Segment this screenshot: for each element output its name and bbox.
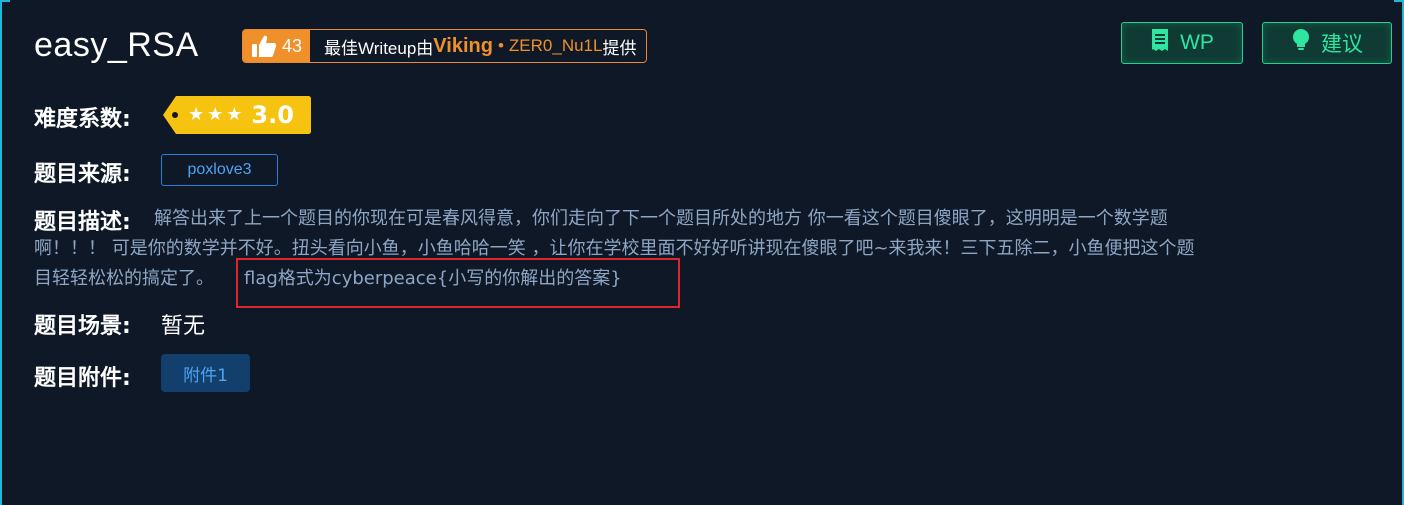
difficulty-rating: ★ ★ ★ 3.0 — [162, 95, 312, 135]
wp-button-label: WP — [1180, 31, 1214, 54]
suggest-button-label: 建议 — [1321, 33, 1363, 56]
writeup-author[interactable]: Viking — [433, 35, 493, 58]
source-label: 题目来源: — [34, 162, 131, 187]
document-icon — [1150, 28, 1170, 58]
wp-button[interactable]: WP — [1121, 22, 1243, 64]
lightbulb-icon — [1291, 28, 1311, 58]
description-label: 题目描述: — [34, 210, 131, 235]
flag-highlight-box — [236, 258, 680, 308]
writeup-prefix: 最佳Writeup由 — [324, 38, 434, 58]
star-icon: ★ — [226, 104, 243, 125]
panel-corner — [1394, 0, 1402, 2]
description-line: 解答出来了上一个题目的你现在可是春风得意，你们走向了下一个题目所处的地方 你一看… — [154, 208, 1168, 229]
like-count: 43 — [282, 35, 303, 56]
description-line: 目轻轻松松的搞定了。 — [34, 268, 214, 289]
writeup-suffix: 提供 — [602, 38, 637, 58]
panel-corner — [2, 0, 10, 2]
difficulty-label: 难度系数: — [34, 107, 131, 132]
writeup-separator: • — [497, 36, 504, 55]
source-tag[interactable]: poxlove3 — [161, 154, 278, 186]
star-icon: ★ — [207, 104, 224, 125]
writeup-team[interactable]: ZER0_Nu1L — [509, 36, 603, 56]
star-icon: ★ — [188, 104, 205, 125]
difficulty-value: 3.0 — [251, 101, 294, 129]
challenge-title: easy_RSA — [34, 26, 199, 64]
suggest-button[interactable]: 建议 — [1262, 22, 1392, 64]
attachments-label: 题目附件: — [34, 366, 131, 391]
challenge-panel: easy_RSA 43 最佳Writeup由 Viking • ZER0_Nu1L 提供 — [0, 0, 1404, 505]
scene-label: 题目场景: — [34, 314, 131, 339]
scene-value: 暂无 — [161, 314, 206, 339]
thumbs-up-icon — [251, 34, 277, 58]
writeup-credit: 最佳Writeup由 Viking • ZER0_Nu1L 提供 — [310, 30, 647, 62]
attachment-button[interactable]: 附件1 — [161, 354, 250, 392]
best-writeup-badge[interactable]: 43 最佳Writeup由 Viking • ZER0_Nu1L 提供 — [242, 29, 648, 63]
like-counter[interactable]: 43 — [243, 30, 311, 62]
